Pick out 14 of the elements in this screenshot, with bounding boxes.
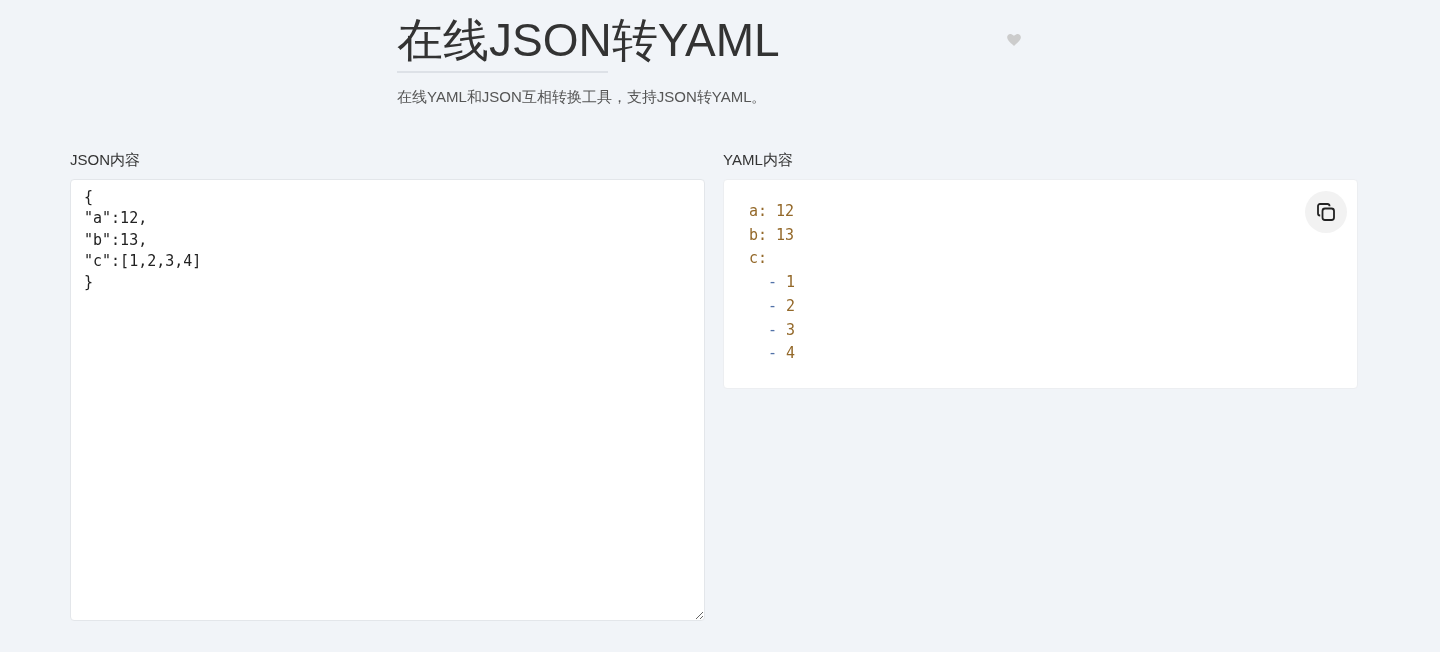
code-line: c: <box>749 248 768 270</box>
code-line: - 4 <box>767 343 796 365</box>
code-line: a: 12 <box>749 201 795 222</box>
copy-icon <box>1317 203 1335 221</box>
code-line: - 2 <box>767 295 796 317</box>
page-title: 在线JSON转YAML <box>397 13 780 68</box>
field-label: YAML内容 <box>723 150 793 170</box>
code-line: b: 13 <box>749 224 795 246</box>
code-line: - 1 <box>767 272 796 294</box>
json-input-field[interactable]: { "a":12, "b":13, "c":[1,2,3,4] } <box>70 179 705 621</box>
field-label: JSON内容 <box>70 150 140 170</box>
copy-button[interactable] <box>1305 191 1347 233</box>
code-line: - 3 <box>767 319 796 341</box>
page-subtitle: 在线YAML和JSON互相转换工具，支持JSON转YAML。 <box>397 87 767 107</box>
